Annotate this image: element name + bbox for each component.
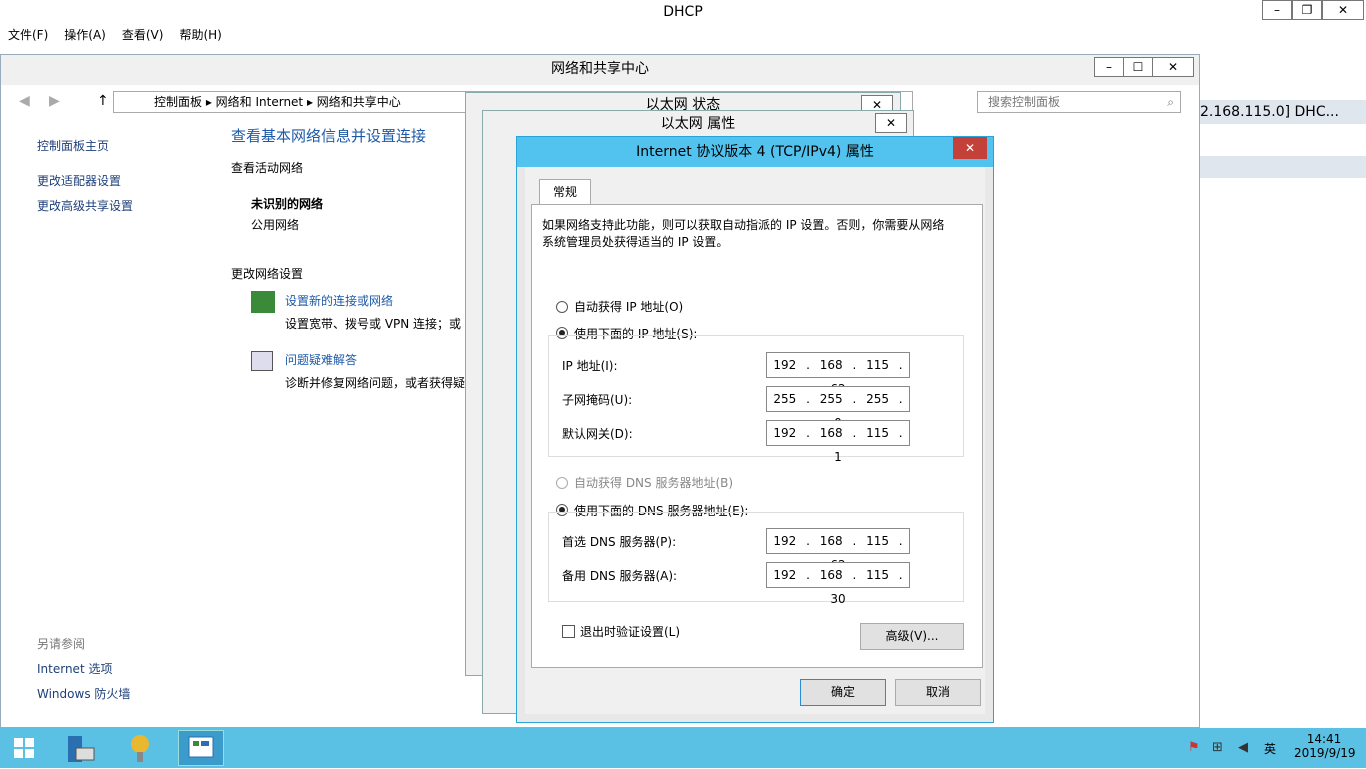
nsc-title-bar: 网络和共享中心 – ☐ ✕ xyxy=(1,55,1199,85)
nsc-minimize-button[interactable]: – xyxy=(1094,57,1124,77)
menu-file[interactable]: 文件(F) xyxy=(0,24,56,46)
ok-button[interactable]: 确定 xyxy=(800,679,886,706)
preferred-dns-label: 首选 DNS 服务器(P): xyxy=(562,535,677,549)
validate-label: 退出时验证设置(L) xyxy=(580,625,681,639)
preferred-dns-field[interactable]: 192 . 168 . 115 . 62 xyxy=(766,528,910,572)
breadcrumb-control-panel[interactable]: 控制面板 xyxy=(154,95,202,109)
dhcp-section-header xyxy=(1198,156,1366,178)
auto-ip-radio[interactable] xyxy=(556,301,568,313)
sidebar-item-home[interactable]: 控制面板主页 xyxy=(37,137,109,154)
alternate-dns-field[interactable]: 192 . 168 . 115 . 30 xyxy=(766,562,910,606)
dhcp-close-button[interactable]: ✕ xyxy=(1322,0,1364,20)
nsc-close-button[interactable]: ✕ xyxy=(1152,57,1194,77)
server-manager-icon[interactable] xyxy=(60,730,100,766)
windows-logo-icon xyxy=(14,738,34,758)
alternate-dns-label: 备用 DNS 服务器(A): xyxy=(562,569,678,583)
subnet-mask-field[interactable]: 255 . 255 . 255 . 0 xyxy=(766,386,910,430)
clock[interactable]: 14:41 2019/9/19 xyxy=(1294,732,1356,760)
search-icon: ⌕ xyxy=(1167,95,1174,109)
validate-checkbox[interactable] xyxy=(562,625,575,638)
ime-indicator[interactable]: 英 xyxy=(1264,740,1276,757)
control-panel-taskbar-icon[interactable] xyxy=(178,730,224,766)
back-icon[interactable]: ◀ xyxy=(19,93,30,109)
gateway-field[interactable]: 192 . 168 . 115 . 1 xyxy=(766,420,910,464)
tcpip-body: 常规 如果网络支持此功能，则可以获取自动指派的 IP 设置。否则，你需要从网络系… xyxy=(525,167,985,714)
dhcp-title: DHCP xyxy=(663,4,703,20)
clock-date: 2019/9/19 xyxy=(1294,746,1356,760)
dns-group xyxy=(548,512,964,602)
new-connection-desc: 设置宽带、拨号或 VPN 连接；或 xyxy=(285,317,462,331)
ip-address-label: IP 地址(I): xyxy=(562,359,618,373)
breadcrumb-nsc[interactable]: 网络和共享中心 xyxy=(317,95,401,109)
see-also-internet-options[interactable]: Internet 选项 xyxy=(37,660,112,677)
page-title: 查看基本网络信息并设置连接 xyxy=(231,127,427,145)
menu-view[interactable]: 查看(V) xyxy=(114,24,172,46)
ethernet-properties-close-button[interactable]: ✕ xyxy=(875,113,907,133)
taskbar: ⚑ ⊞ ◀ 英 14:41 2019/9/19 xyxy=(0,728,1366,768)
dhcp-menubar: 文件(F) 操作(A) 查看(V) 帮助(H) xyxy=(0,24,1366,46)
dhcp-taskbar-icon[interactable] xyxy=(120,730,160,766)
change-settings-heading: 更改网络设置 xyxy=(231,267,304,281)
gateway-label: 默认网关(D): xyxy=(562,427,633,441)
menu-action[interactable]: 操作(A) xyxy=(56,24,114,46)
forward-icon[interactable]: ▶ xyxy=(49,93,60,109)
advanced-button[interactable]: 高级(V)... xyxy=(860,623,964,650)
ethernet-properties-title: 以太网 属性 xyxy=(660,116,736,132)
cancel-button[interactable]: 取消 xyxy=(895,679,981,706)
active-networks-heading: 查看活动网络 xyxy=(231,161,304,175)
auto-dns-label: 自动获得 DNS 服务器地址(B) xyxy=(574,476,734,490)
ip-address-field[interactable]: 192 . 168 . 115 . 62 xyxy=(766,352,910,396)
up-icon[interactable]: ↑ xyxy=(97,93,109,109)
network-icon[interactable]: ⊞ xyxy=(1212,740,1223,755)
volume-icon[interactable]: ◀ xyxy=(1238,740,1248,755)
breadcrumb-network-internet[interactable]: 网络和 Internet xyxy=(216,95,303,109)
dhcp-scope-header: 2.168.115.0] DHC... xyxy=(1198,100,1366,124)
dhcp-right-pane: 2.168.115.0] DHC... xyxy=(1198,96,1366,728)
start-button[interactable] xyxy=(4,730,44,766)
auto-dns-radio[interactable] xyxy=(556,477,568,489)
network-type: 公用网络 xyxy=(251,218,300,232)
tcpip-properties-dialog: Internet 协议版本 4 (TCP/IPv4) 属性 ✕ 常规 如果网络支… xyxy=(516,136,994,723)
clock-time: 14:41 xyxy=(1306,732,1342,746)
menu-help[interactable]: 帮助(H) xyxy=(171,24,229,46)
new-connection-link[interactable]: 设置新的连接或网络 xyxy=(285,292,393,309)
dhcp-title-bar: DHCP – ❐ ✕ xyxy=(0,0,1366,24)
dhcp-maximize-button[interactable]: ❐ xyxy=(1292,0,1322,20)
new-connection-icon xyxy=(251,291,275,313)
description-text: 如果网络支持此功能，则可以获取自动指派的 IP 设置。否则，你需要从网络系统管理… xyxy=(542,218,945,249)
troubleshoot-desc: 诊断并修复网络问题，或者获得疑 xyxy=(285,376,466,390)
see-also-heading: 另请参阅 xyxy=(37,637,86,651)
search-input[interactable]: 搜索控制面板 ⌕ xyxy=(977,91,1181,113)
general-panel: 如果网络支持此功能，则可以获取自动指派的 IP 设置。否则，你需要从网络系统管理… xyxy=(531,204,983,668)
sidebar-item-adapter[interactable]: 更改适配器设置 xyxy=(37,172,121,189)
nsc-title: 网络和共享中心 xyxy=(551,61,649,77)
auto-ip-label: 自动获得 IP 地址(O) xyxy=(574,300,684,314)
network-name: 未识别的网络 xyxy=(251,197,324,211)
tab-general[interactable]: 常规 xyxy=(539,179,591,205)
nsc-maximize-button[interactable]: ☐ xyxy=(1123,57,1153,77)
tcpip-close-button[interactable]: ✕ xyxy=(953,137,987,159)
tcpip-title-bar: Internet 协议版本 4 (TCP/IPv4) 属性 xyxy=(517,137,993,167)
troubleshoot-link[interactable]: 问题疑难解答 xyxy=(285,351,357,368)
sidebar-item-sharing[interactable]: 更改高级共享设置 xyxy=(37,197,133,214)
tcpip-title: Internet 协议版本 4 (TCP/IPv4) 属性 xyxy=(636,144,874,160)
flag-icon[interactable]: ⚑ xyxy=(1188,740,1200,755)
troubleshoot-icon xyxy=(251,351,273,371)
dhcp-minimize-button[interactable]: – xyxy=(1262,0,1292,20)
subnet-mask-label: 子网掩码(U): xyxy=(562,393,633,407)
see-also-firewall[interactable]: Windows 防火墙 xyxy=(37,685,130,702)
